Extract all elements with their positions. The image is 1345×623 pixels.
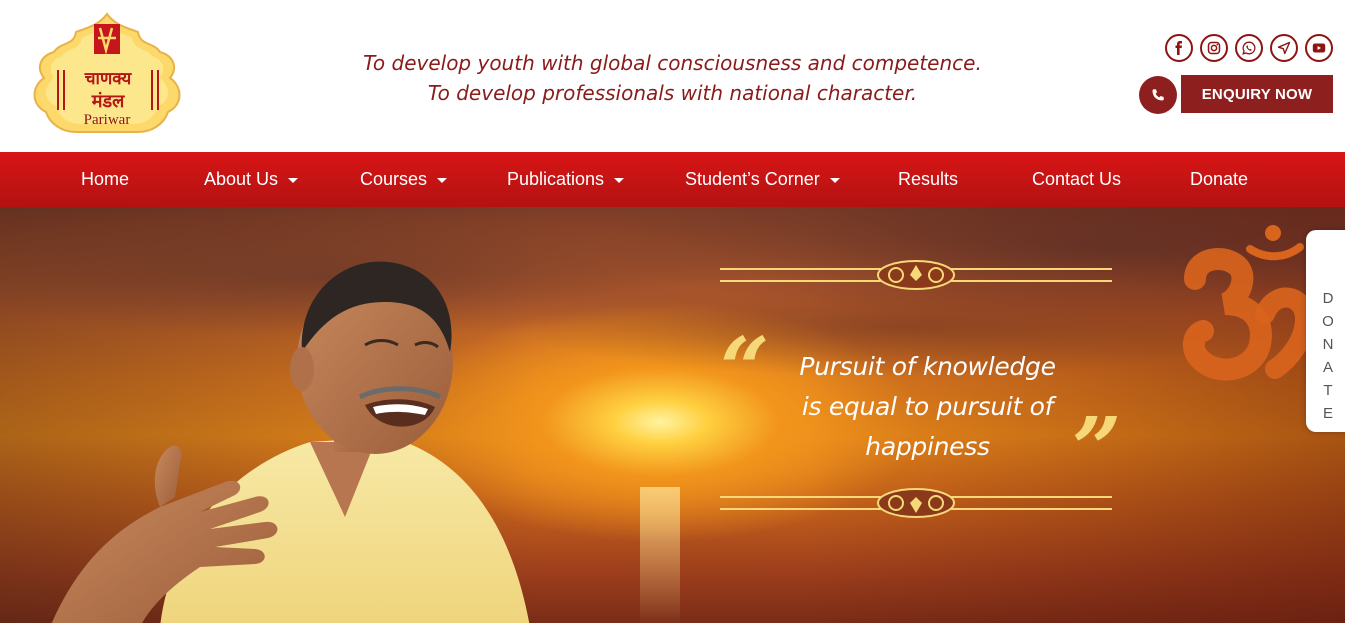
phone-icon — [1152, 89, 1164, 101]
ornament-top — [720, 260, 1112, 290]
nav-label: Donate — [1190, 169, 1249, 189]
om-symbol-icon — [1182, 225, 1315, 381]
sun-reflection — [640, 487, 680, 623]
donate-letter: E — [1322, 405, 1334, 422]
caret-down-icon — [614, 178, 625, 183]
facebook-icon[interactable] — [1165, 34, 1193, 62]
caret-down-icon — [437, 178, 448, 183]
donate-letter: T — [1323, 382, 1334, 399]
instagram-icon[interactable] — [1200, 34, 1228, 62]
open-quote-mark: “ — [720, 319, 770, 420]
enquiry-now-button[interactable]: ENQUIRY NOW — [1181, 75, 1333, 113]
svg-text:मंडल: मंडल — [91, 91, 125, 112]
hero-banner: “ Pursuit of knowledge is equal to pursu… — [0, 207, 1345, 623]
nav-item-publications[interactable]: Publications — [507, 152, 625, 207]
site-tagline: To develop youth with global consciousne… — [300, 48, 1045, 108]
donate-side-tab[interactable]: D O N A T E — [1306, 230, 1345, 432]
nav-item-about-us[interactable]: About Us — [204, 152, 299, 207]
location-arrow-icon[interactable] — [1270, 34, 1298, 62]
caret-down-icon — [288, 178, 299, 183]
nav-item-home[interactable]: Home — [81, 152, 129, 207]
quote-block: “ Pursuit of knowledge is equal to pursu… — [720, 255, 1121, 525]
speaker-photo — [51, 261, 530, 623]
svg-text:चाणक्य: चाणक्य — [84, 69, 133, 89]
caret-down-icon — [829, 178, 840, 183]
nav-item-contact-us[interactable]: Contact Us — [1032, 152, 1121, 207]
phone-button[interactable] — [1139, 76, 1177, 114]
site-header: चाणक्य मंडल Pariwar To develop youth wit… — [0, 0, 1345, 152]
donate-letter: N — [1322, 336, 1335, 353]
nav-label: Student’s Corner — [685, 169, 820, 189]
quote-line-2: is equal to pursuit of — [801, 392, 1054, 421]
nav-label: Home — [81, 169, 130, 189]
nav-item-courses[interactable]: Courses — [360, 152, 448, 207]
social-links — [1165, 34, 1333, 62]
whatsapp-icon[interactable] — [1235, 34, 1263, 62]
close-quote-mark: ” — [1072, 399, 1122, 500]
donate-letter: D — [1322, 290, 1335, 307]
hero-quote: Pursuit of knowledge is equal to pursuit… — [780, 347, 1075, 467]
nav-label: Publications — [507, 169, 605, 189]
youtube-icon[interactable] — [1305, 34, 1333, 62]
quote-line-1: Pursuit of knowledge — [799, 352, 1056, 381]
tagline-line-2: To develop professionals with national c… — [427, 81, 918, 105]
logo-subtext: Pariwar — [83, 112, 131, 128]
ornament-bottom — [720, 488, 1112, 518]
donate-letter: A — [1322, 359, 1334, 376]
nav-item-students-corner[interactable]: Student’s Corner — [685, 152, 840, 207]
nav-item-donate[interactable]: Donate — [1190, 152, 1248, 207]
nav-label: Results — [898, 169, 959, 189]
donate-letters: D O N A T E — [1306, 287, 1345, 425]
nav-item-results[interactable]: Results — [898, 152, 958, 207]
nav-label: About Us — [204, 169, 279, 189]
chanakya-mandal-logo[interactable]: चाणक्य मंडल Pariwar — [28, 12, 186, 136]
tagline-line-1: To develop youth with global consciousne… — [363, 51, 982, 75]
nav-label: Contact Us — [1032, 169, 1122, 189]
main-navigation: Home About Us Courses Publications Stude… — [0, 152, 1345, 207]
donate-letter: O — [1322, 313, 1335, 330]
quote-line-3: happiness — [865, 432, 990, 461]
nav-label: Courses — [360, 169, 428, 189]
